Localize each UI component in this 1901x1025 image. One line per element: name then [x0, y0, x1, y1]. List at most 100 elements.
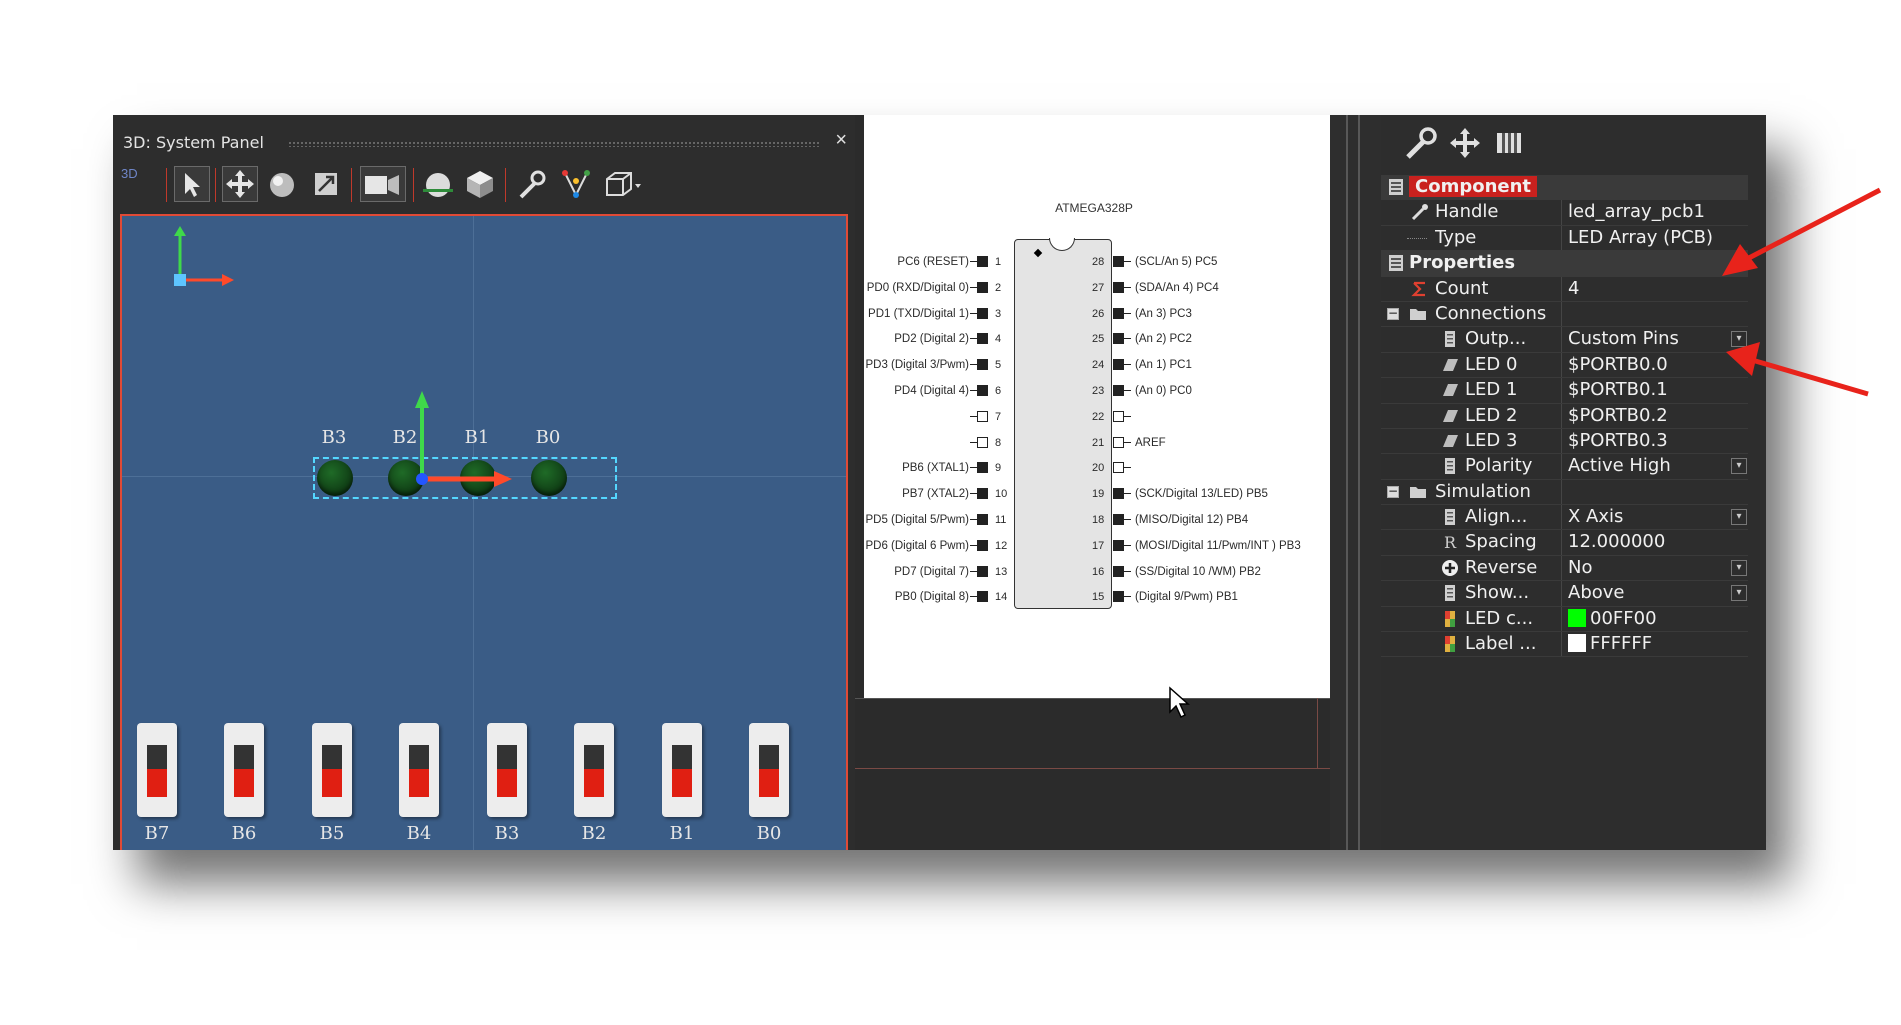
pin-number: 4: [995, 333, 1002, 346]
property-row[interactable]: R Spacing 12.000000: [1381, 530, 1748, 556]
pin-pad[interactable]: [977, 281, 988, 293]
pin-pad[interactable]: [1113, 307, 1124, 319]
pin-pad[interactable]: [977, 462, 988, 474]
pin-pad[interactable]: [1113, 462, 1124, 474]
toggle-switch[interactable]: [137, 723, 177, 817]
app-window: 3D: System Panel × 3D B3 B2 B1 B0 B7 B6 …: [113, 115, 1766, 850]
collapse-icon[interactable]: −: [1387, 307, 1399, 320]
property-row[interactable]: LED 3 $PORTB0.3: [1381, 428, 1748, 455]
pin-pad[interactable]: [1113, 565, 1124, 577]
property-value-text: Active High: [1568, 455, 1671, 477]
property-value[interactable]: FFFFFF: [1568, 633, 1652, 654]
schematic-view[interactable]: ATMEGA328P PC6 (RESET) 1 PD0 (RXD/Digital …: [864, 115, 1330, 698]
pin-pad[interactable]: [977, 307, 988, 319]
property-value[interactable]: No: [1568, 557, 1592, 578]
dropdown-arrow-icon[interactable]: ▾: [1731, 585, 1747, 602]
color-swatch[interactable]: [1568, 634, 1586, 653]
move-icon[interactable]: [222, 166, 258, 202]
pin-pad[interactable]: [977, 333, 988, 345]
property-value[interactable]: Active High: [1568, 455, 1671, 476]
sphere-icon[interactable]: [265, 167, 299, 201]
group-simulation[interactable]: − Simulation: [1381, 479, 1748, 506]
pin-pad[interactable]: [977, 385, 988, 396]
property-row[interactable]: Label ... FFFFFF: [1381, 632, 1748, 658]
property-value[interactable]: $PORTB0.1: [1568, 379, 1668, 400]
property-row[interactable]: LED c... 00FF00: [1381, 606, 1748, 633]
property-row[interactable]: Reverse No ▾: [1381, 555, 1748, 582]
property-row[interactable]: Polarity Active High ▾: [1381, 454, 1748, 480]
network-icon[interactable]: [559, 167, 593, 201]
pin-number: 2: [995, 281, 1002, 294]
property-value[interactable]: Above: [1568, 582, 1624, 603]
title-grip[interactable]: [288, 141, 819, 147]
property-row[interactable]: Show... Above ▾: [1381, 581, 1748, 607]
property-value[interactable]: 12.000000: [1568, 531, 1665, 552]
dropdown-arrow-icon[interactable]: ▾: [1731, 458, 1747, 475]
pin-pad[interactable]: [977, 256, 988, 267]
chip-icon[interactable]: [1491, 125, 1527, 161]
move-icon[interactable]: [1447, 125, 1483, 161]
pin-left: PC6 (RESET) 1: [864, 255, 1014, 269]
wrench-icon[interactable]: [1403, 125, 1439, 161]
pin-pad[interactable]: [977, 565, 988, 577]
pin-pad[interactable]: [1113, 591, 1124, 603]
cube-icon[interactable]: [463, 167, 497, 201]
property-value[interactable]: $PORTB0.3: [1568, 430, 1668, 451]
pin-pad[interactable]: [1113, 385, 1124, 396]
collapse-icon[interactable]: −: [1387, 485, 1399, 498]
3d-viewport[interactable]: B3 B2 B1 B0 B7 B6 B5 B4 B3 B2 B1 B0: [120, 214, 848, 850]
pin-pad[interactable]: [977, 488, 988, 500]
pin-label: PD0 (RXD/Digital 0): [866, 281, 969, 294]
box-icon[interactable]: [601, 167, 645, 201]
pointer-icon[interactable]: [174, 166, 210, 202]
pin-pad[interactable]: [1113, 410, 1124, 422]
property-value[interactable]: $PORTB0.0: [1568, 354, 1668, 375]
pin-label: (An 3) PC3: [1135, 307, 1192, 320]
property-value[interactable]: led_array_pcb1: [1568, 201, 1705, 222]
property-value[interactable]: $PORTB0.2: [1568, 405, 1668, 426]
pin-pad[interactable]: [1113, 333, 1124, 345]
pin-pad[interactable]: [1113, 256, 1124, 267]
pin-right: 17 (MOSI/Digital 11/Pwm/INT ) PB3: [1092, 539, 1330, 553]
pin-number: 26: [1092, 307, 1105, 320]
toggle-switch[interactable]: [224, 723, 264, 817]
transform-gizmo-icon[interactable]: [412, 386, 522, 496]
toggle-switch[interactable]: [399, 723, 439, 817]
toggle-switch[interactable]: [487, 723, 527, 817]
led-label: B0: [535, 427, 561, 448]
pin-number: 1: [995, 256, 1002, 268]
panel-divider[interactable]: [1330, 115, 1381, 850]
pin-pad[interactable]: [977, 359, 988, 371]
led[interactable]: [317, 460, 353, 496]
toggle-switch[interactable]: [749, 723, 789, 817]
wrench-icon[interactable]: [515, 167, 549, 201]
pin-pad[interactable]: [1113, 488, 1124, 500]
pin-pad[interactable]: [977, 410, 988, 422]
dropdown-arrow-icon[interactable]: ▾: [1731, 509, 1747, 526]
property-value[interactable]: 00FF00: [1568, 608, 1657, 629]
pin-pad[interactable]: [977, 539, 988, 551]
resize-icon[interactable]: [309, 167, 343, 201]
pin-pad[interactable]: [1113, 436, 1124, 448]
pin-pad[interactable]: [977, 514, 988, 525]
dropdown-arrow-icon[interactable]: ▾: [1731, 559, 1747, 576]
pin-pad[interactable]: [1113, 539, 1124, 551]
pin-pad[interactable]: [1113, 514, 1124, 525]
pin-left: PD5 (Digital 5/Pwm) 11: [864, 513, 1014, 527]
close-button[interactable]: ×: [835, 129, 847, 152]
light-sphere-icon[interactable]: [421, 167, 455, 201]
property-value[interactable]: 4: [1568, 278, 1579, 299]
pin-pad[interactable]: [977, 591, 988, 603]
camera-icon[interactable]: [360, 166, 406, 202]
property-value[interactable]: Custom Pins: [1568, 328, 1679, 349]
toggle-switch[interactable]: [312, 723, 352, 817]
color-swatch[interactable]: [1568, 608, 1586, 627]
pin-pad[interactable]: [1113, 281, 1124, 293]
pin-pad[interactable]: [1113, 359, 1124, 371]
led[interactable]: [531, 460, 567, 496]
property-row[interactable]: Align... X Axis ▾: [1381, 505, 1748, 531]
toggle-switch[interactable]: [662, 723, 702, 817]
pin-pad[interactable]: [977, 436, 988, 448]
toggle-switch[interactable]: [574, 723, 614, 817]
property-value[interactable]: X Axis: [1568, 506, 1623, 527]
